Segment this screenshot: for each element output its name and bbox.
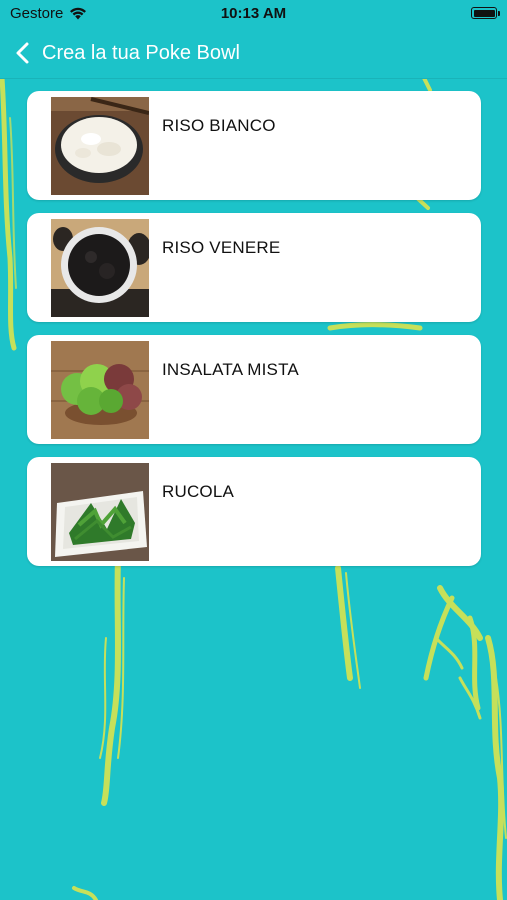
black-rice-image <box>51 219 149 317</box>
item-label: RUCOLA <box>162 482 235 501</box>
list-item-rucola[interactable]: RUCOLA <box>27 457 481 566</box>
status-bar: Gestore 10:13 AM <box>0 0 507 28</box>
list-item-insalata-mista[interactable]: INSALATA MISTA <box>27 335 481 444</box>
mixed-salad-image <box>51 341 149 439</box>
list-item-riso-bianco[interactable]: RISO BIANCO <box>27 91 481 200</box>
navigation-bar: Crea la tua Poke Bowl <box>0 28 507 79</box>
item-label: INSALATA MISTA <box>162 360 299 379</box>
status-time: 10:13 AM <box>220 5 287 22</box>
back-button[interactable]: Crea la tua Poke Bowl <box>14 41 240 65</box>
arugula-image <box>51 463 149 561</box>
ingredient-list: RISO BIANCO RISO VENERE INSALATA MISTA R… <box>27 91 481 579</box>
list-item-riso-venere[interactable]: RISO VENERE <box>27 213 481 322</box>
white-rice-image <box>51 97 149 195</box>
item-label: RISO VENERE <box>162 238 281 257</box>
battery-icon <box>471 7 500 19</box>
nav-title: Crea la tua Poke Bowl <box>42 41 240 64</box>
chevron-left-icon <box>16 42 29 64</box>
item-label: RISO BIANCO <box>162 116 276 135</box>
